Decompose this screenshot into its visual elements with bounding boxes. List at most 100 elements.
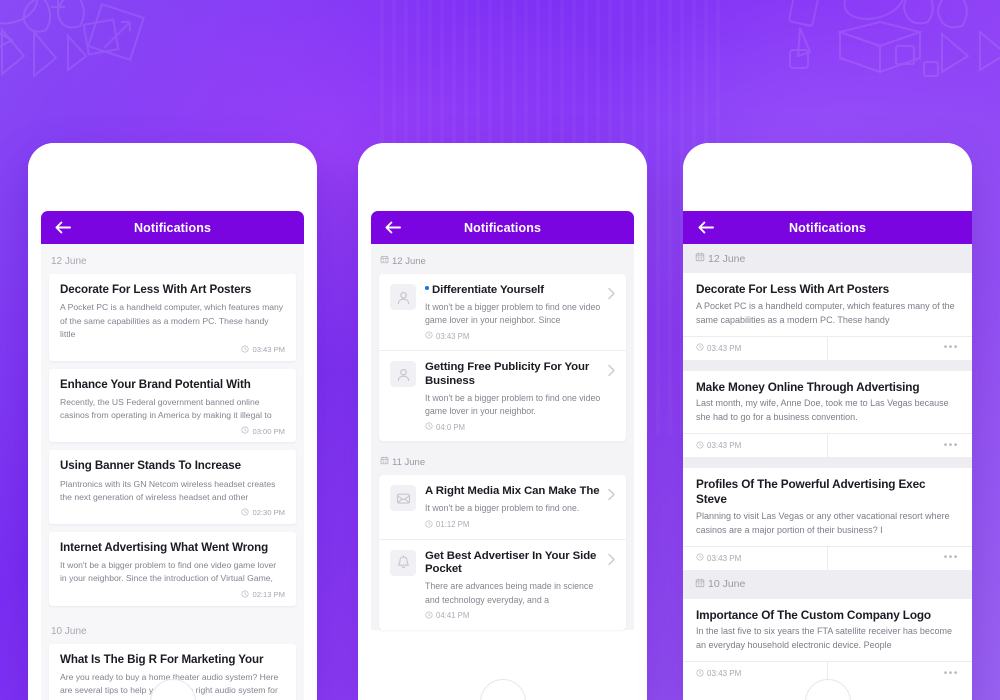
phone-2-status-area xyxy=(358,143,647,211)
date-header: 10 June xyxy=(51,625,87,637)
notification-description: A Pocket PC is a handheld computer, whic… xyxy=(696,300,955,325)
date-text: 12 June xyxy=(708,252,746,265)
chevron-right-icon[interactable] xyxy=(607,553,616,571)
time-text: 03:43 PM xyxy=(252,345,285,355)
back-arrow-icon[interactable] xyxy=(697,219,715,237)
time-text: 03:43 PM xyxy=(707,553,742,563)
notification-card[interactable]: Getting Free Publicity For Your Business… xyxy=(379,350,626,441)
decor-top-left xyxy=(0,0,212,78)
notification-footer: 03:43 PM ••• xyxy=(683,545,972,570)
unread-dot xyxy=(425,285,429,290)
date-header: 10 June xyxy=(683,569,972,599)
notification-card[interactable]: Make Money Online Through Advertising Las… xyxy=(683,370,972,458)
card-separator xyxy=(683,457,972,469)
phone-mockup-1: Notifications 12 June Decorate For Less W… xyxy=(28,143,317,700)
notification-card[interactable]: Using Banner Stands To Increase Plantroni… xyxy=(49,450,296,524)
notification-time: 01:12 PM xyxy=(425,520,605,530)
chevron-right-icon[interactable] xyxy=(607,287,616,305)
notification-body: Getting Free Publicity For Your Business… xyxy=(425,361,615,432)
notification-card[interactable]: Decorate For Less With Art Posters A Pock… xyxy=(683,273,972,360)
clock-icon xyxy=(696,343,704,353)
clock-icon xyxy=(696,669,704,679)
notification-actions: ••• xyxy=(828,434,972,457)
notification-description: It won't be a bigger problem to find one… xyxy=(425,503,580,514)
notification-description: Last month, my wife, Anne Doe, took me t… xyxy=(696,398,949,423)
notification-card[interactable]: Internet Advertising What Went Wrong It w… xyxy=(49,531,296,606)
notification-title: Get Best Advertiser In Your Side Pocket xyxy=(425,549,597,576)
date-text: 11 June xyxy=(392,456,426,468)
phone-3-status-area xyxy=(683,143,972,211)
notification-time: 03:43 PM xyxy=(425,331,605,341)
notification-time: 03:43 PM xyxy=(60,345,285,355)
notification-title: Make Money Online Through Advertising xyxy=(696,379,920,394)
avatar-icon xyxy=(390,361,416,388)
phone-mockup-2: Notifications 12 June Differentiate Yours… xyxy=(358,143,647,700)
notification-time: 03:43 PM xyxy=(683,336,828,360)
notification-body: Get Best Advertiser In Your Side Pocket T… xyxy=(425,550,615,621)
time-text: 03:00 PM xyxy=(252,426,285,436)
notification-card[interactable]: Differentiate Yourself It won't be a bigg… xyxy=(379,274,626,350)
phone-1-status-area xyxy=(28,143,317,211)
clock-icon xyxy=(425,422,433,432)
phone-1-notification-list[interactable]: 12 June Decorate For Less With Art Poster… xyxy=(41,244,304,700)
notification-group: A Right Media Mix Can Make The It won't b… xyxy=(379,475,626,630)
phone-2-notification-list[interactable]: 12 June Differentiate Yourself It won't be… xyxy=(371,244,634,630)
overflow-menu-icon[interactable]: ••• xyxy=(944,440,959,451)
notification-card[interactable]: Decorate For Less With Art Posters A Pock… xyxy=(49,274,296,361)
time-text: 04:41 PM xyxy=(436,611,470,621)
clock-icon xyxy=(696,553,704,563)
phone-2-title: Notifications xyxy=(464,220,541,235)
clock-icon xyxy=(241,345,249,355)
notification-body: Importance Of The Custom Company Logo In … xyxy=(683,599,972,662)
notification-body: Decorate For Less With Art Posters A Pock… xyxy=(683,273,972,336)
notification-description: A Pocket PC is a handheld computer, whic… xyxy=(60,302,284,339)
notification-group: Differentiate Yourself It won't be a bigg… xyxy=(379,274,626,442)
date-text: 12 June xyxy=(392,255,426,267)
notification-time: 04:41 PM xyxy=(425,611,605,621)
notification-time: 03:00 PM xyxy=(60,426,285,436)
clock-icon xyxy=(241,589,249,600)
notification-title: Getting Free Publicity For Your Business xyxy=(425,361,590,388)
notification-card[interactable]: A Right Media Mix Can Make The It won't b… xyxy=(379,475,626,538)
notification-card[interactable]: Enhance Your Brand Potential With Recentl… xyxy=(49,368,296,443)
time-text: 03:43 PM xyxy=(436,331,470,341)
date-header: 12 June xyxy=(371,244,634,274)
chevron-right-icon[interactable] xyxy=(607,364,616,382)
time-text: 02:30 PM xyxy=(252,508,285,518)
notification-description: In the last five to six years the FTA sa… xyxy=(696,626,952,651)
phone-3-screen: Notifications 12 June Decorate For Less W… xyxy=(683,143,972,700)
phone-3-notification-list[interactable]: 12 June Decorate For Less With Art Poster… xyxy=(683,244,972,686)
overflow-menu-icon[interactable]: ••• xyxy=(944,343,959,353)
notification-card[interactable]: Profiles Of The Powerful Advertising Exe… xyxy=(683,468,972,570)
notification-card[interactable]: Importance Of The Custom Company Logo In … xyxy=(683,598,972,686)
notification-footer: 03:43 PM ••• xyxy=(683,433,972,458)
clock-icon xyxy=(425,331,433,341)
phone-mockup-3: Notifications 12 June Decorate For Less W… xyxy=(683,143,972,700)
notification-time: 02:13 PM xyxy=(60,589,285,600)
clock-icon xyxy=(241,508,249,518)
notification-time: 03:43 PM xyxy=(683,662,828,686)
bell-icon xyxy=(390,549,416,576)
notification-title: Decorate For Less With Art Posters xyxy=(696,282,889,296)
chevron-right-icon[interactable] xyxy=(607,488,616,506)
back-arrow-icon[interactable] xyxy=(54,219,72,237)
decor-top-right xyxy=(774,0,1000,84)
calendar-icon xyxy=(695,578,705,591)
time-text: 04:0 PM xyxy=(436,422,466,432)
date-text: 10 June xyxy=(708,578,746,591)
time-text: 03:43 PM xyxy=(707,669,742,679)
phone-1-screen: Notifications 12 June Decorate For Less W… xyxy=(28,143,317,700)
back-arrow-icon[interactable] xyxy=(384,219,402,237)
time-text: 01:12 PM xyxy=(436,520,470,530)
date-header: 12 June xyxy=(51,256,87,267)
notification-title: Enhance Your Brand Potential With xyxy=(60,377,251,391)
notification-description: It won't be a bigger problem to find one… xyxy=(425,301,601,326)
notification-description: Plantronics with its GN Netcom wireless … xyxy=(60,478,276,502)
notification-title: A Right Media Mix Can Make The xyxy=(425,485,600,498)
overflow-menu-icon[interactable]: ••• xyxy=(944,553,959,563)
clock-icon xyxy=(241,426,249,436)
overflow-menu-icon[interactable]: ••• xyxy=(944,668,959,679)
notification-card[interactable]: Get Best Advertiser In Your Side Pocket T… xyxy=(379,538,626,630)
notification-description: Recently, the US Federal government bann… xyxy=(60,397,272,421)
clock-icon xyxy=(425,520,433,530)
